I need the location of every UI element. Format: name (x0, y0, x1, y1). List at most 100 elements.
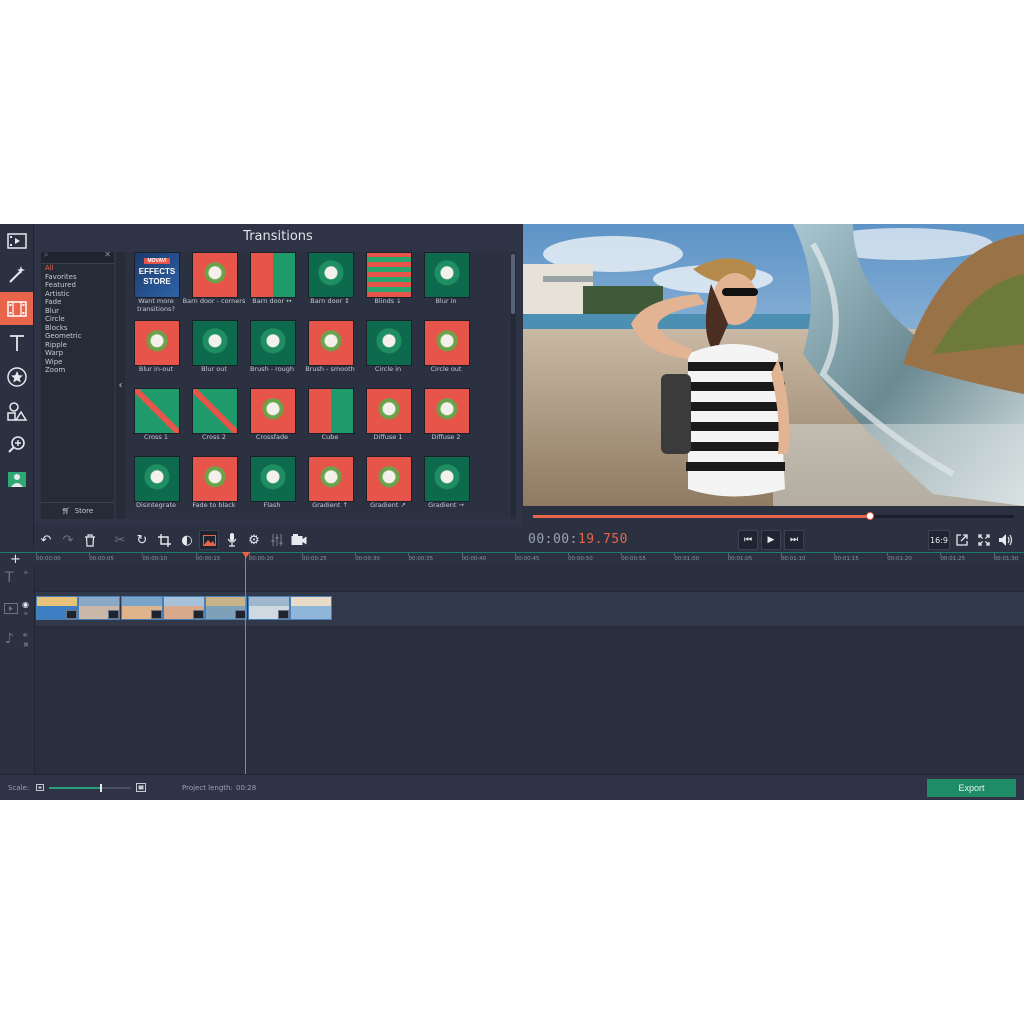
crop-button[interactable] (154, 530, 174, 550)
category-item[interactable]: Circle (45, 315, 82, 324)
ruler-tick-label: 00:00:30 (355, 556, 380, 562)
category-item[interactable]: Fade (45, 298, 82, 307)
zoom-pan-button[interactable] (0, 428, 33, 461)
store-button[interactable]: 🛒︎ Store (41, 502, 114, 519)
transition-marker[interactable] (66, 610, 77, 619)
category-item[interactable]: Zoom (45, 366, 82, 375)
record-audio-button[interactable] (222, 530, 242, 550)
video-track-lane[interactable] (35, 592, 1024, 627)
chroma-key-button[interactable] (0, 462, 33, 495)
previous-frame-button[interactable]: ⏮︎ (738, 530, 758, 550)
aspect-ratio-button[interactable]: 16:9 (928, 530, 950, 550)
audio-track-lane[interactable] (35, 627, 1024, 774)
transition-thumbnail (134, 456, 180, 502)
clip-properties-button[interactable]: ⚙ (244, 530, 264, 550)
category-item[interactable]: Geometric (45, 332, 82, 341)
clear-search-icon[interactable]: ✕ (104, 250, 111, 259)
category-item[interactable]: Ripple (45, 341, 82, 350)
shapes-button[interactable] (0, 394, 33, 427)
rotate-button[interactable]: ↻ (132, 530, 152, 550)
video-preview[interactable] (523, 224, 1024, 506)
audio-equalizer-button[interactable] (267, 530, 287, 550)
playhead-line[interactable] (245, 552, 246, 774)
video-clip[interactable] (205, 596, 248, 620)
transition-label: Diffuse 2 (431, 433, 461, 441)
link-icon[interactable]: ⚭ (23, 569, 29, 577)
transition-thumbnail (424, 252, 470, 298)
delete-button[interactable] (80, 530, 100, 550)
category-item[interactable]: Warp (45, 349, 82, 358)
category-item[interactable]: Favorites (45, 273, 82, 282)
playback-progress-bar[interactable] (523, 506, 1024, 526)
add-track-button[interactable]: + (10, 552, 21, 567)
grid-scrollbar[interactable] (510, 252, 516, 519)
speaker-track-icon[interactable]: 🔊︎ (23, 631, 27, 640)
transition-thumbnail (250, 388, 296, 434)
transition-label: Blur in (435, 297, 457, 305)
volume-button[interactable] (996, 530, 1016, 550)
unlink-icon[interactable]: ✖ (23, 641, 29, 649)
transition-marker[interactable] (150, 610, 162, 619)
category-item[interactable]: Blur (45, 307, 82, 316)
slideshow-button[interactable] (199, 530, 219, 550)
transitions-button[interactable] (0, 292, 33, 325)
play-button[interactable]: ▶ (761, 530, 781, 550)
color-adjust-button[interactable]: ◐ (177, 530, 197, 550)
undo-button[interactable]: ↶ (36, 530, 56, 550)
next-frame-button[interactable]: ⏭︎ (784, 530, 804, 550)
eye-icon[interactable]: ◉ (22, 600, 29, 609)
import-media-button[interactable] (0, 224, 33, 257)
title-track-lane[interactable] (35, 566, 1024, 592)
playhead-handle[interactable] (242, 552, 250, 558)
transition-label: Blinds ↓ (374, 297, 402, 305)
link-icon[interactable]: ⚭ (23, 610, 29, 618)
zoom-in-icon[interactable] (136, 783, 146, 792)
ruler-tick-label: 00:01:00 (674, 556, 700, 562)
transition-thumbnail (424, 388, 470, 434)
shapes-icon (6, 401, 27, 421)
video-clip[interactable] (162, 596, 205, 620)
ruler-tick-label: 00:00:05 (89, 556, 114, 562)
transition-marker[interactable] (192, 610, 204, 619)
stickers-button[interactable] (0, 360, 33, 393)
transition-thumbnail (366, 456, 412, 502)
category-search-input[interactable]: ⌕ ✕ (41, 250, 114, 264)
collapse-sidebar-button[interactable]: ‹ (116, 252, 125, 519)
category-item[interactable]: Featured (45, 281, 82, 290)
store-tile-text: STORE (143, 277, 171, 286)
category-item[interactable]: Blocks (45, 324, 82, 333)
redo-button[interactable]: ↷ (58, 530, 78, 550)
transitions-panel: Transitions ⌕ ✕ All Favorites Featured Arti… (34, 224, 522, 526)
category-item[interactable]: All (45, 264, 82, 273)
transition-thumbnail (192, 252, 238, 298)
category-item[interactable]: Wipe (45, 358, 82, 367)
seek-handle[interactable] (865, 512, 874, 520)
cut-button[interactable]: ✂ (110, 530, 130, 550)
scrollbar-thumb[interactable] (511, 254, 515, 314)
fullscreen-button[interactable] (974, 530, 994, 550)
transition-marker[interactable] (277, 610, 289, 619)
record-video-button[interactable] (289, 530, 309, 550)
filters-button[interactable] (0, 258, 33, 291)
video-clip[interactable] (289, 596, 332, 620)
video-clip[interactable] (120, 596, 163, 620)
scale-slider-handle[interactable] (99, 784, 102, 792)
timeline-ruler[interactable]: + 00:00:00 00:00:05 00:00:10 00:00:15 00:00:… (0, 552, 1024, 567)
detach-preview-button[interactable] (952, 530, 972, 550)
transition-marker[interactable] (108, 610, 120, 619)
export-button[interactable]: Export (927, 779, 1016, 797)
video-clip[interactable] (78, 596, 121, 620)
playback-timecode: 00:00:19.750 (528, 532, 628, 547)
scale-slider[interactable] (49, 784, 131, 792)
camera-icon (291, 534, 307, 545)
video-clip[interactable] (247, 596, 290, 620)
transition-thumbnail (366, 252, 412, 298)
chevron-left-icon: ‹ (118, 380, 123, 391)
category-item[interactable]: Artistic (45, 290, 82, 299)
video-clip[interactable] (36, 596, 78, 620)
titles-button[interactable] (0, 326, 33, 359)
ruler-tick-label: 00:00:25 (302, 556, 327, 562)
seek-track[interactable] (533, 512, 1014, 520)
zoom-out-icon[interactable] (36, 784, 44, 791)
transition-label: Fade to black (192, 501, 236, 509)
